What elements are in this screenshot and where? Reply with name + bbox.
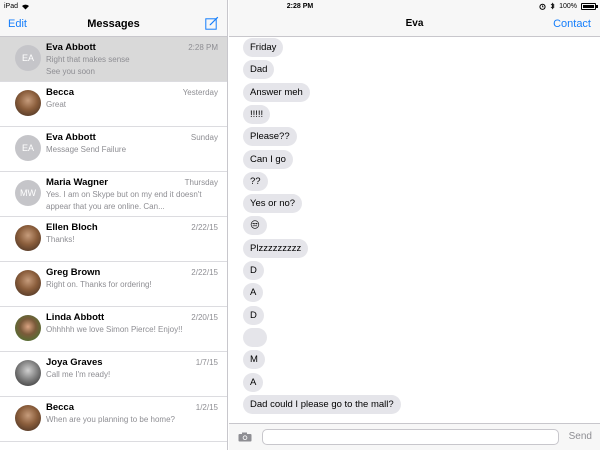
conversation-name: Eva Abbott <box>46 132 96 143</box>
device-name: iPad <box>4 2 19 10</box>
status-right: 100% <box>539 2 598 10</box>
conversation-preview: Yes. I am on Skype but on my end it does… <box>46 190 202 211</box>
conversation-item[interactable]: Greg Brown 2/22/15 Right on. Thanks for or… <box>0 262 227 307</box>
chat-pane: Eva Contact Friday Dad Answer meh!!!!! Plea… <box>229 0 600 450</box>
conversation-item[interactable]: EA Eva Abbott 2:28 PM Right that makes sens… <box>0 37 227 82</box>
message-bubble[interactable]: Please?? <box>243 127 297 147</box>
conversation-preview: Right that makes sense See you soon <box>46 55 130 76</box>
alarm-icon <box>539 3 546 10</box>
avatar: EA <box>15 45 41 71</box>
avatar <box>15 405 41 431</box>
message-bubble[interactable]: ?? <box>243 171 268 191</box>
message-bubble[interactable]: Answer meh <box>243 82 310 102</box>
message-bubble[interactable]: 😒 <box>243 216 267 236</box>
message-bubble[interactable]: Yes or no? <box>243 194 303 214</box>
avatar-initials: EA <box>21 143 34 153</box>
message-bubble[interactable]: Can I go <box>243 149 293 169</box>
conversation-preview: Ohhhhh we love Simon Pierce! Enjoy!! <box>46 325 183 334</box>
avatar <box>15 225 41 251</box>
wifi-icon <box>22 4 30 9</box>
message-bubble[interactable]: M <box>243 350 265 370</box>
conversation-item[interactable]: Linda Abbott 2/20/15 Ohhhhh we love Simon … <box>0 307 227 352</box>
avatar-initials: MW <box>20 188 36 198</box>
message-bubble[interactable]: D <box>243 305 264 325</box>
conversation-name: Maria Wagner <box>46 177 108 188</box>
message-bubble[interactable]: Dad <box>243 60 275 80</box>
conversation-name: Joya Graves <box>46 357 103 368</box>
message-bubble[interactable]: Friday <box>243 38 284 57</box>
chat-title: Eva <box>405 18 424 29</box>
conversation-preview: When are you planning to be home? <box>46 415 175 424</box>
conversation-time: 2/22/15 <box>191 223 218 232</box>
conversation-time: Sunday <box>190 133 218 142</box>
conversation-item[interactable]: Becca 1/2/15 When are you planning to be h… <box>0 397 227 442</box>
avatar-initials: EA <box>21 53 34 63</box>
bluetooth-icon <box>550 2 555 10</box>
conversation-name: Eva Abbott <box>46 42 96 53</box>
conversation-preview: Message Send Failure <box>46 145 127 154</box>
conversation-time: 1/2/15 <box>195 403 218 412</box>
conversation-preview: Thanks! <box>46 235 75 244</box>
conversation-name: Becca <box>46 87 74 98</box>
conversation-time: Thursday <box>184 178 218 187</box>
message-bubble[interactable]: A <box>243 372 264 392</box>
status-left: iPad <box>4 3 30 10</box>
conversation-preview: Call me I'm ready! <box>46 370 111 379</box>
avatar <box>15 360 41 386</box>
battery-icon <box>581 2 598 10</box>
conversation-name: Greg Brown <box>46 267 101 278</box>
conversation-item[interactable]: Joya Graves 1/7/15 Call me I'm ready! <box>0 352 227 397</box>
avatar <box>15 270 41 296</box>
conversation-item[interactable]: Ellen Bloch 2/22/15 Thanks! <box>0 217 227 262</box>
conversation-name: Ellen Bloch <box>46 222 98 233</box>
conversation-pane: Edit Messages EA Eva Abbott 2:28 PM Right t… <box>0 0 228 450</box>
send-button[interactable]: Send <box>569 431 592 442</box>
message-input[interactable] <box>262 429 559 445</box>
avatar: MW <box>15 180 41 206</box>
messages-title: Messages <box>87 18 140 30</box>
conversation-time: 2/20/15 <box>191 313 218 322</box>
message-bubble[interactable]: !!!!! <box>243 104 271 124</box>
message-bubble[interactable]: A <box>243 283 264 303</box>
battery-fill <box>583 4 594 8</box>
message-bubble[interactable]: Dad could I please go to the mall? <box>243 394 401 414</box>
message-bubble[interactable]: D <box>243 261 264 280</box>
message-bubble[interactable] <box>243 327 267 347</box>
conversation-preview: Great <box>46 100 67 109</box>
status-time: 2:28 PM <box>286 2 314 10</box>
battery-percent: 100% <box>559 2 577 10</box>
conversation-item[interactable]: MW Maria Wagner Thursday Yes. I am on Skype… <box>0 172 227 217</box>
camera-icon[interactable] <box>238 432 252 442</box>
conversation-name: Linda Abbott <box>46 312 105 323</box>
conversation-item[interactable]: EA Eva Abbott Sunday Message Send Failure <box>0 127 227 172</box>
conversation-time: 1/7/15 <box>195 358 218 367</box>
conversation-item[interactable]: Becca Yesterday Great <box>0 82 227 127</box>
conversation-time: 2/22/15 <box>191 268 218 277</box>
conversation-time: 2:28 PM <box>188 43 218 52</box>
compose-icon[interactable] <box>205 16 219 30</box>
contact-button[interactable]: Contact <box>553 18 591 30</box>
message-bubble[interactable]: Plzzzzzzzzz <box>243 238 309 258</box>
avatar <box>15 90 41 116</box>
message-input-bar: Send <box>229 423 600 450</box>
status-bar: iPad 2:28 PM 100% <box>0 0 600 12</box>
conversation-preview: Right on. Thanks for ordering! <box>46 280 152 289</box>
conversation-list: EA Eva Abbott 2:28 PM Right that makes sens… <box>0 37 227 442</box>
avatar: EA <box>15 135 41 161</box>
conversation-time: Yesterday <box>182 88 218 97</box>
avatar <box>15 315 41 341</box>
conversation-name: Becca <box>46 402 74 413</box>
